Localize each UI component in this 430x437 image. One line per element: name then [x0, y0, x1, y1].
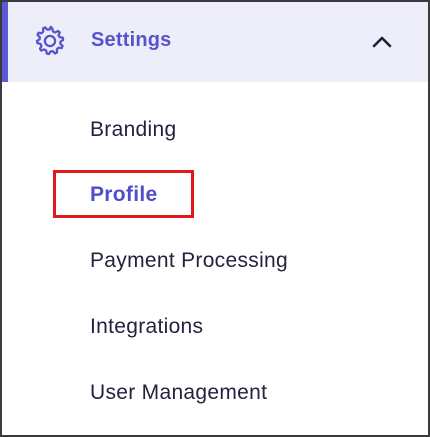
settings-menu-panel: Settings Branding Profile Payment Proces… [0, 0, 430, 437]
highlight-box [53, 170, 194, 218]
submenu-item-branding[interactable]: Branding [90, 118, 176, 142]
chevron-up-icon[interactable] [370, 30, 394, 54]
submenu-item-integrations[interactable]: Integrations [90, 315, 203, 339]
settings-label: Settings [91, 29, 172, 51]
submenu-item-user-management[interactable]: User Management [90, 381, 267, 405]
submenu-item-payment-processing[interactable]: Payment Processing [90, 249, 288, 273]
settings-section-header[interactable]: Settings [2, 2, 428, 82]
gear-icon [35, 25, 65, 56]
